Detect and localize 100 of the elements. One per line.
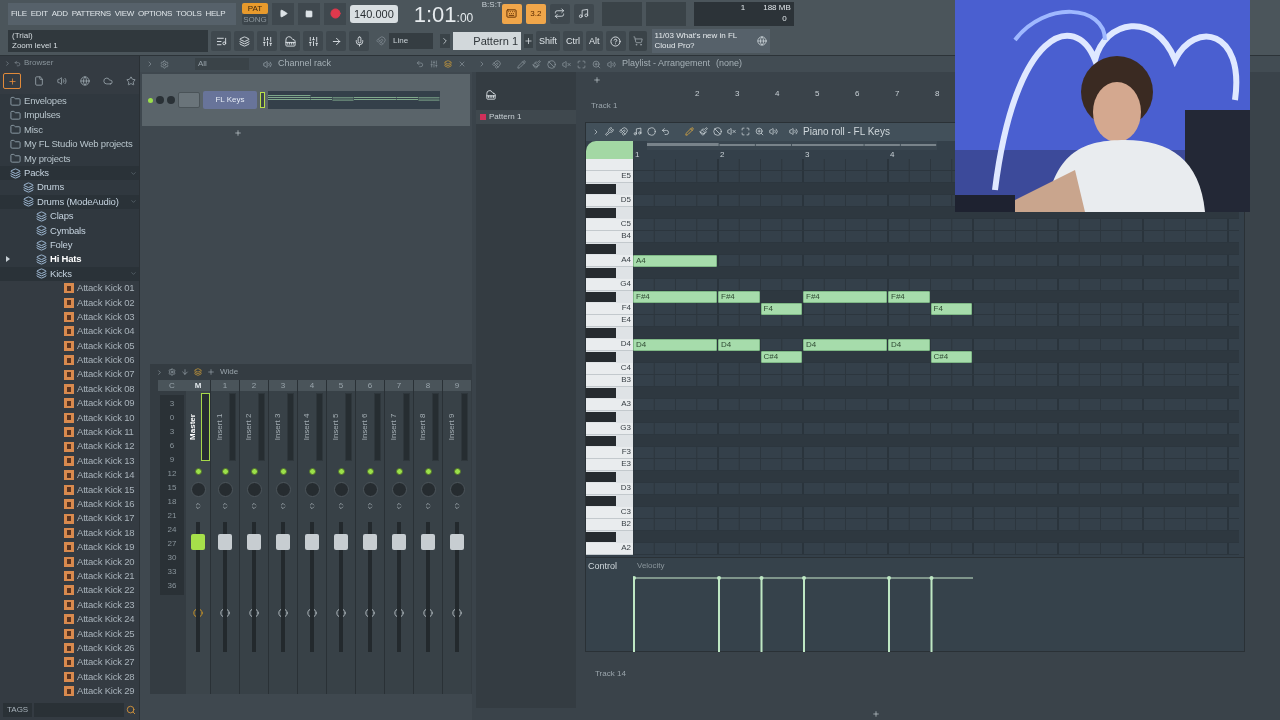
fader-handle[interactable]	[305, 533, 319, 550]
fader-handle[interactable]	[421, 533, 435, 550]
undo-icon[interactable]	[416, 60, 424, 68]
up-down-arrows-icon[interactable]	[424, 502, 432, 510]
arrow-down-icon[interactable]	[181, 368, 189, 376]
add-icon[interactable]	[872, 710, 880, 718]
mute-icon[interactable]	[562, 59, 571, 69]
add-icon[interactable]	[234, 129, 242, 137]
news-text[interactable]: 11/03 What's new in FL Cloud Pro?	[654, 31, 755, 52]
chevron-right-icon[interactable]	[592, 127, 600, 136]
zoom-icon[interactable]	[592, 59, 601, 69]
arrow-right-button[interactable]	[326, 31, 346, 52]
channel-button[interactable]: FL Keys	[203, 91, 257, 109]
sliders-icon[interactable]	[430, 60, 438, 68]
modifier-key[interactable]: Shift	[536, 31, 560, 52]
ban-icon[interactable]	[547, 59, 556, 69]
mixer-route-field[interactable]	[178, 92, 200, 108]
led-icon[interactable]	[308, 468, 316, 475]
filter-dropdown[interactable]: All	[195, 58, 249, 70]
menu-item[interactable]: VIEW	[114, 7, 135, 20]
select-toggle[interactable]	[260, 92, 265, 108]
magnet-icon[interactable]	[492, 59, 501, 69]
layers-button[interactable]	[234, 31, 254, 52]
layout-dropdown[interactable]: Wide	[220, 366, 239, 378]
browser-item[interactable]: My FL Studio Web projects	[0, 137, 139, 152]
zoom-icon[interactable]	[755, 127, 764, 137]
chevron-right-icon[interactable]	[478, 60, 486, 68]
volume-knob[interactable]	[167, 96, 175, 104]
sliders-button[interactable]	[257, 31, 277, 52]
up-down-arrows-icon[interactable]	[194, 502, 202, 510]
music-note-button[interactable]	[573, 3, 594, 24]
piano-icon[interactable]	[486, 90, 496, 100]
up-down-arrows-icon[interactable]	[308, 502, 316, 510]
menu-item[interactable]: OPTIONS	[138, 7, 172, 20]
browser-item[interactable]: Envelopes	[0, 94, 139, 109]
channel-led[interactable]	[148, 97, 153, 103]
browser-item[interactable]: Claps	[0, 209, 139, 224]
add-icon[interactable]	[207, 368, 215, 376]
tempo-field[interactable]: 140.000	[350, 4, 398, 23]
brush-icon[interactable]	[699, 127, 708, 137]
speaker-icon[interactable]	[769, 127, 778, 137]
led-icon[interactable]	[337, 468, 345, 475]
fader-handle[interactable]	[363, 533, 377, 550]
arrangement-selector[interactable]: (none)	[716, 57, 743, 71]
up-down-arrows-icon[interactable]	[337, 502, 345, 510]
help-button[interactable]	[605, 31, 626, 52]
pattern-selector[interactable]: Pattern 1	[453, 32, 521, 51]
cart-button[interactable]	[628, 31, 647, 52]
menu-item[interactable]: PATTERNS	[71, 7, 111, 20]
chevron-right-icon[interactable]	[156, 368, 163, 376]
globe-icon[interactable]	[756, 36, 767, 47]
play-button[interactable]	[272, 2, 294, 25]
up-down-arrows-icon[interactable]	[395, 502, 403, 510]
wrench-icon[interactable]	[605, 127, 614, 137]
fader-handle[interactable]	[276, 533, 290, 550]
menu-item[interactable]: HELP	[205, 7, 226, 20]
modifier-key[interactable]: Alt	[586, 31, 603, 52]
led-icon[interactable]	[453, 468, 461, 475]
chevron-right-icon[interactable]	[440, 34, 450, 49]
keyboard-button[interactable]	[501, 3, 522, 24]
menu-item[interactable]: TOOLS	[176, 7, 202, 20]
mode-toggle[interactable]: PAT	[242, 2, 268, 14]
add-icon[interactable]	[524, 34, 533, 49]
brush-icon[interactable]	[532, 59, 541, 69]
pencil-icon[interactable]	[685, 127, 694, 137]
fader-handle[interactable]	[191, 533, 205, 550]
repeat-button[interactable]	[549, 3, 570, 24]
cloud-icon[interactable]	[103, 76, 113, 86]
fader-handle[interactable]	[218, 533, 232, 550]
up-down-arrows-icon[interactable]	[453, 502, 461, 510]
mute-icon[interactable]	[727, 127, 736, 137]
corners-icon[interactable]	[577, 59, 586, 69]
up-down-arrows-icon[interactable]	[221, 502, 229, 510]
chevron-right-icon[interactable]	[4, 59, 11, 67]
file-icon[interactable]	[34, 76, 44, 86]
settings-icon[interactable]	[168, 368, 176, 376]
up-down-arrows-icon[interactable]	[250, 502, 258, 510]
menu-item[interactable]: FILE	[11, 7, 27, 20]
search-icon[interactable]	[126, 705, 136, 715]
fader-handle[interactable]	[334, 533, 348, 550]
modifier-key[interactable]: Ctrl	[563, 31, 583, 52]
globe-icon[interactable]	[80, 76, 90, 86]
undo-icon[interactable]	[14, 59, 21, 67]
layers-icon[interactable]	[194, 368, 202, 376]
browser-item[interactable]: Impulses	[0, 108, 139, 123]
mode-toggle[interactable]: SONG	[242, 13, 268, 25]
undo-icon[interactable]	[661, 127, 670, 137]
chevron-right-icon[interactable]	[146, 60, 154, 68]
tags-button[interactable]: TAGS	[3, 703, 33, 717]
sliders-button[interactable]	[303, 31, 323, 52]
countdown-button[interactable]: 3.2	[525, 3, 546, 24]
fader-handle[interactable]	[450, 533, 464, 550]
snap-dropdown[interactable]: Line	[389, 33, 433, 50]
add-icon[interactable]	[593, 76, 601, 84]
led-icon[interactable]	[250, 468, 258, 475]
fader-handle[interactable]	[247, 533, 261, 550]
star-icon[interactable]	[126, 76, 136, 86]
music-note-icon[interactable]	[633, 127, 642, 137]
settings-icon[interactable]	[160, 59, 169, 69]
up-down-arrows-icon[interactable]	[279, 502, 287, 510]
